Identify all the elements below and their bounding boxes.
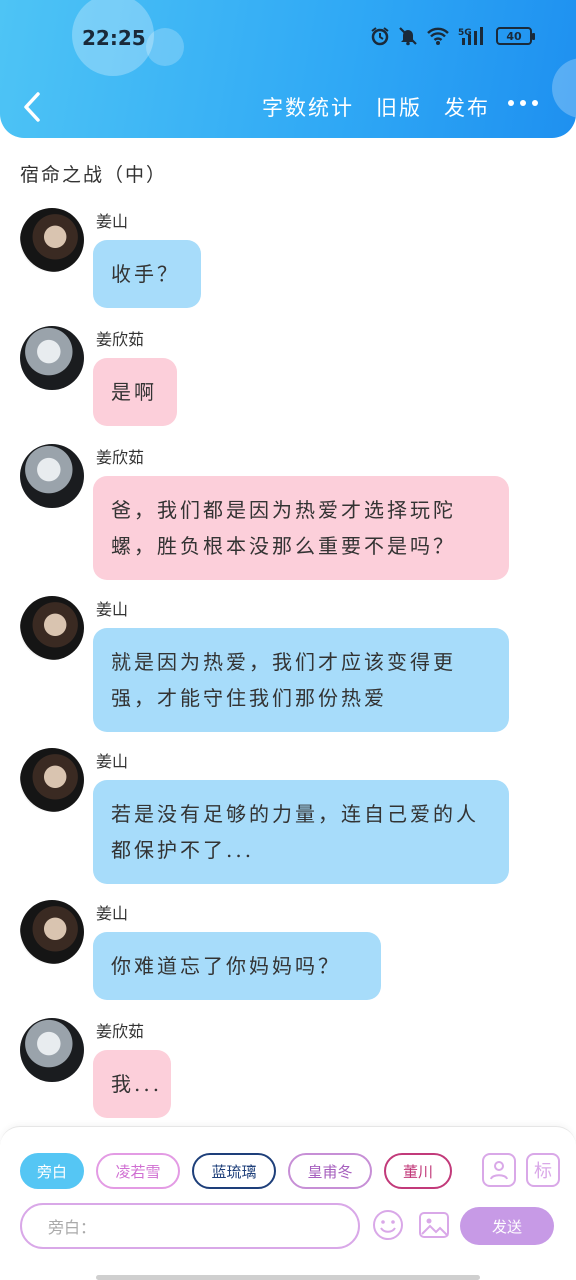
chapter-title: 宿命之战（中）: [20, 164, 168, 186]
sender-name: 姜山: [96, 212, 129, 231]
home-indicator[interactable]: [96, 1275, 480, 1280]
chat-message[interactable]: 姜欣茹 我...: [20, 1018, 520, 1118]
message-input[interactable]: 旁白：: [20, 1203, 360, 1249]
message-bubble[interactable]: 爸，我们都是因为热爱才选择玩陀螺，胜负根本没那么重要不是吗？: [93, 476, 509, 580]
old-version-button[interactable]: 旧版: [376, 92, 422, 122]
emoji-icon[interactable]: [372, 1209, 404, 1241]
avatar[interactable]: [20, 900, 84, 964]
sender-name: 姜山: [96, 600, 129, 619]
status-icons: 5G 40: [370, 26, 535, 46]
chat-message[interactable]: 姜欣茹 爸，我们都是因为热爱才选择玩陀螺，胜负根本没那么重要不是吗？: [20, 444, 520, 580]
chat-message[interactable]: 姜山 你难道忘了你妈妈吗？: [20, 900, 520, 1000]
publish-button[interactable]: 发布: [444, 92, 490, 122]
avatar[interactable]: [20, 596, 84, 660]
character-chip[interactable]: 凌若雪: [96, 1153, 180, 1189]
header-actions: 字数统计 旧版 发布: [262, 92, 490, 122]
mute-bell-icon: [399, 27, 417, 46]
person-icon[interactable]: [482, 1153, 516, 1187]
avatar[interactable]: [20, 748, 84, 812]
character-chip[interactable]: 董川: [384, 1153, 452, 1189]
image-icon[interactable]: [418, 1209, 450, 1241]
character-chip-selected[interactable]: 旁白: [20, 1153, 84, 1189]
composer-panel: 旁白 凌若雪 蓝琉璃 皇甫冬 董川 标 旁白： 发送: [0, 1126, 576, 1280]
message-bubble[interactable]: 若是没有足够的力量，连自己爱的人都保护不了...: [93, 780, 509, 884]
message-bubble[interactable]: 就是因为热爱，我们才应该变得更强，才能守住我们那份热爱: [93, 628, 509, 732]
sender-name: 姜山: [96, 752, 129, 771]
word-count-button[interactable]: 字数统计: [262, 92, 354, 122]
decorative-bubble: [146, 28, 184, 66]
sender-name: 姜欣茹: [96, 330, 145, 349]
message-bubble[interactable]: 是啊: [93, 358, 177, 426]
signal-5g-icon: 5G: [458, 27, 483, 45]
chat-message[interactable]: 姜山 就是因为热爱，我们才应该变得更强，才能守住我们那份热爱: [20, 596, 520, 732]
message-bubble[interactable]: 收手？: [93, 240, 201, 308]
back-button[interactable]: [18, 90, 48, 124]
person-glyph: [490, 1161, 508, 1180]
sender-name: 姜欣茹: [96, 448, 145, 467]
avatar[interactable]: [20, 1018, 84, 1082]
sender-name: 姜山: [96, 904, 129, 923]
tag-icon[interactable]: 标: [526, 1153, 560, 1187]
character-chip[interactable]: 皇甫冬: [288, 1153, 372, 1189]
send-button[interactable]: 发送: [460, 1207, 554, 1245]
sender-name: 姜欣茹: [96, 1022, 145, 1041]
status-time: 22:25: [82, 26, 146, 50]
chat-message[interactable]: 姜山 若是没有足够的力量，连自己爱的人都保护不了...: [20, 748, 520, 884]
character-chip[interactable]: 蓝琉璃: [192, 1153, 276, 1189]
more-options-button[interactable]: [508, 100, 538, 106]
message-bubble[interactable]: 你难道忘了你妈妈吗？: [93, 932, 381, 1000]
avatar[interactable]: [20, 444, 84, 508]
avatar[interactable]: [20, 208, 84, 272]
character-selector: 旁白 凌若雪 蓝琉璃 皇甫冬 董川: [20, 1153, 452, 1189]
avatar[interactable]: [20, 326, 84, 390]
wifi-icon: [427, 27, 449, 45]
alarm-icon: [371, 27, 389, 46]
chat-message[interactable]: 姜欣茹 是啊: [20, 326, 520, 426]
battery-icon: 40: [496, 27, 535, 45]
app-header: 22:25 5G 40 字数统计 旧版 发布: [0, 0, 576, 138]
message-bubble[interactable]: 我...: [93, 1050, 171, 1118]
decorative-bubble: [552, 58, 576, 118]
chat-message[interactable]: 姜山 收手？: [20, 208, 520, 308]
